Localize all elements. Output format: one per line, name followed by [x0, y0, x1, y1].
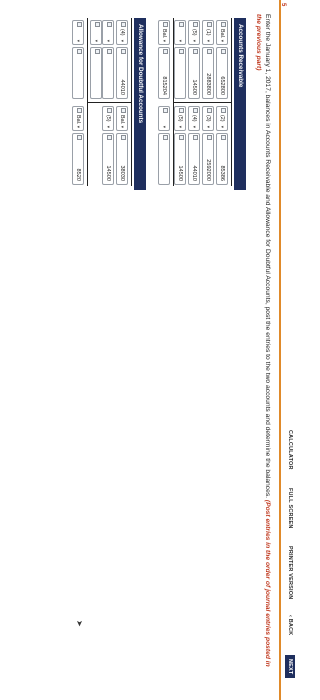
allowance-center-line: [88, 102, 132, 103]
adl-left-select-4[interactable]: ▾: [72, 20, 84, 45]
ar-left-select-2[interactable]: (1) ▾: [202, 20, 214, 45]
ar-left-select-5[interactable]: Bal. ▾: [158, 20, 170, 45]
ar-left-amount-1[interactable]: 652800: [216, 47, 228, 99]
ar-right-amount-2[interactable]: 2592000: [202, 133, 214, 185]
ar-right-select-2[interactable]: (3) ▾: [202, 106, 214, 131]
adl-left-select-3[interactable]: ▾: [90, 20, 102, 45]
instructions: Enter the January 1, 2017, balances in A…: [254, 14, 272, 674]
adl-left-amount-2[interactable]: [102, 47, 114, 99]
calculator-button[interactable]: CALCULATOR: [287, 430, 293, 470]
printer-version-button[interactable]: PRINTER VERSION: [287, 546, 293, 599]
adl-right-amount-3[interactable]: 8520: [72, 133, 84, 185]
t-account-center-line: [174, 102, 232, 103]
ar-right-select-1[interactable]: (2) ▾: [216, 106, 228, 131]
adl-left-amount-4[interactable]: [72, 47, 84, 99]
accounts-receivable-panel: Accounts Receivable: [234, 18, 246, 190]
ar-right-select-4[interactable]: (5) ▾: [174, 106, 186, 131]
adl-right-select-2[interactable]: (5) ▾: [102, 106, 114, 131]
adl-right-amount-2[interactable]: 14500: [102, 133, 114, 185]
ar-right-amount-3[interactable]: 44010: [188, 133, 200, 185]
header-divider: [279, 0, 281, 700]
ar-right-select-5[interactable]: ▾: [158, 106, 170, 131]
allowance-panel: Allowance for Doubtful Accounts: [134, 18, 146, 190]
ar-right-amount-1[interactable]: 85386: [216, 133, 228, 185]
adl-right-select-1[interactable]: Bal. ▾: [116, 106, 128, 131]
ar-left-amount-5[interactable]: 815204: [158, 47, 170, 99]
next-button[interactable]: NEXT: [285, 655, 295, 679]
full-screen-button[interactable]: FULL SCREEN: [287, 488, 293, 529]
allowance-title: Allowance for Doubtful Accounts: [134, 18, 146, 190]
ar-left-select-4[interactable]: ▾: [174, 20, 186, 45]
adl-right-amount-1[interactable]: 38030: [116, 133, 128, 185]
ar-right-amount-4[interactable]: 14500: [174, 133, 186, 185]
instructions-text: Enter the January 1, 2017, balances in A…: [264, 14, 271, 499]
allowance-total-line: [87, 18, 88, 186]
ar-left-amount-2[interactable]: 2883800: [202, 47, 214, 99]
adl-right-select-3[interactable]: Bal. ▾: [72, 106, 84, 131]
toolbar: CALCULATOR FULL SCREEN PRINTER VERSION ‹…: [282, 0, 296, 700]
ar-left-select-3[interactable]: (5) ▾: [188, 20, 200, 45]
mouse-cursor-icon: ➤: [75, 620, 84, 627]
adl-left-select-2[interactable]: ▾: [102, 20, 114, 45]
adl-left-select-1[interactable]: (4) ▾: [116, 20, 128, 45]
adl-left-amount-1[interactable]: 44010: [116, 47, 128, 99]
back-button[interactable]: ‹ BACK: [287, 615, 293, 635]
ar-left-select-1[interactable]: Bal. ▾: [216, 20, 228, 45]
adl-left-amount-3[interactable]: [90, 47, 102, 99]
corner-mark: 5: [280, 3, 286, 7]
ar-left-amount-4[interactable]: [174, 47, 186, 99]
rotated-page: CALCULATOR FULL SCREEN PRINTER VERSION ‹…: [0, 0, 298, 700]
ar-right-amount-5[interactable]: [158, 133, 170, 185]
ar-left-amount-3[interactable]: 14500: [188, 47, 200, 99]
accounts-receivable-title: Accounts Receivable: [234, 18, 246, 190]
ar-right-select-3[interactable]: (4) ▾: [188, 106, 200, 131]
